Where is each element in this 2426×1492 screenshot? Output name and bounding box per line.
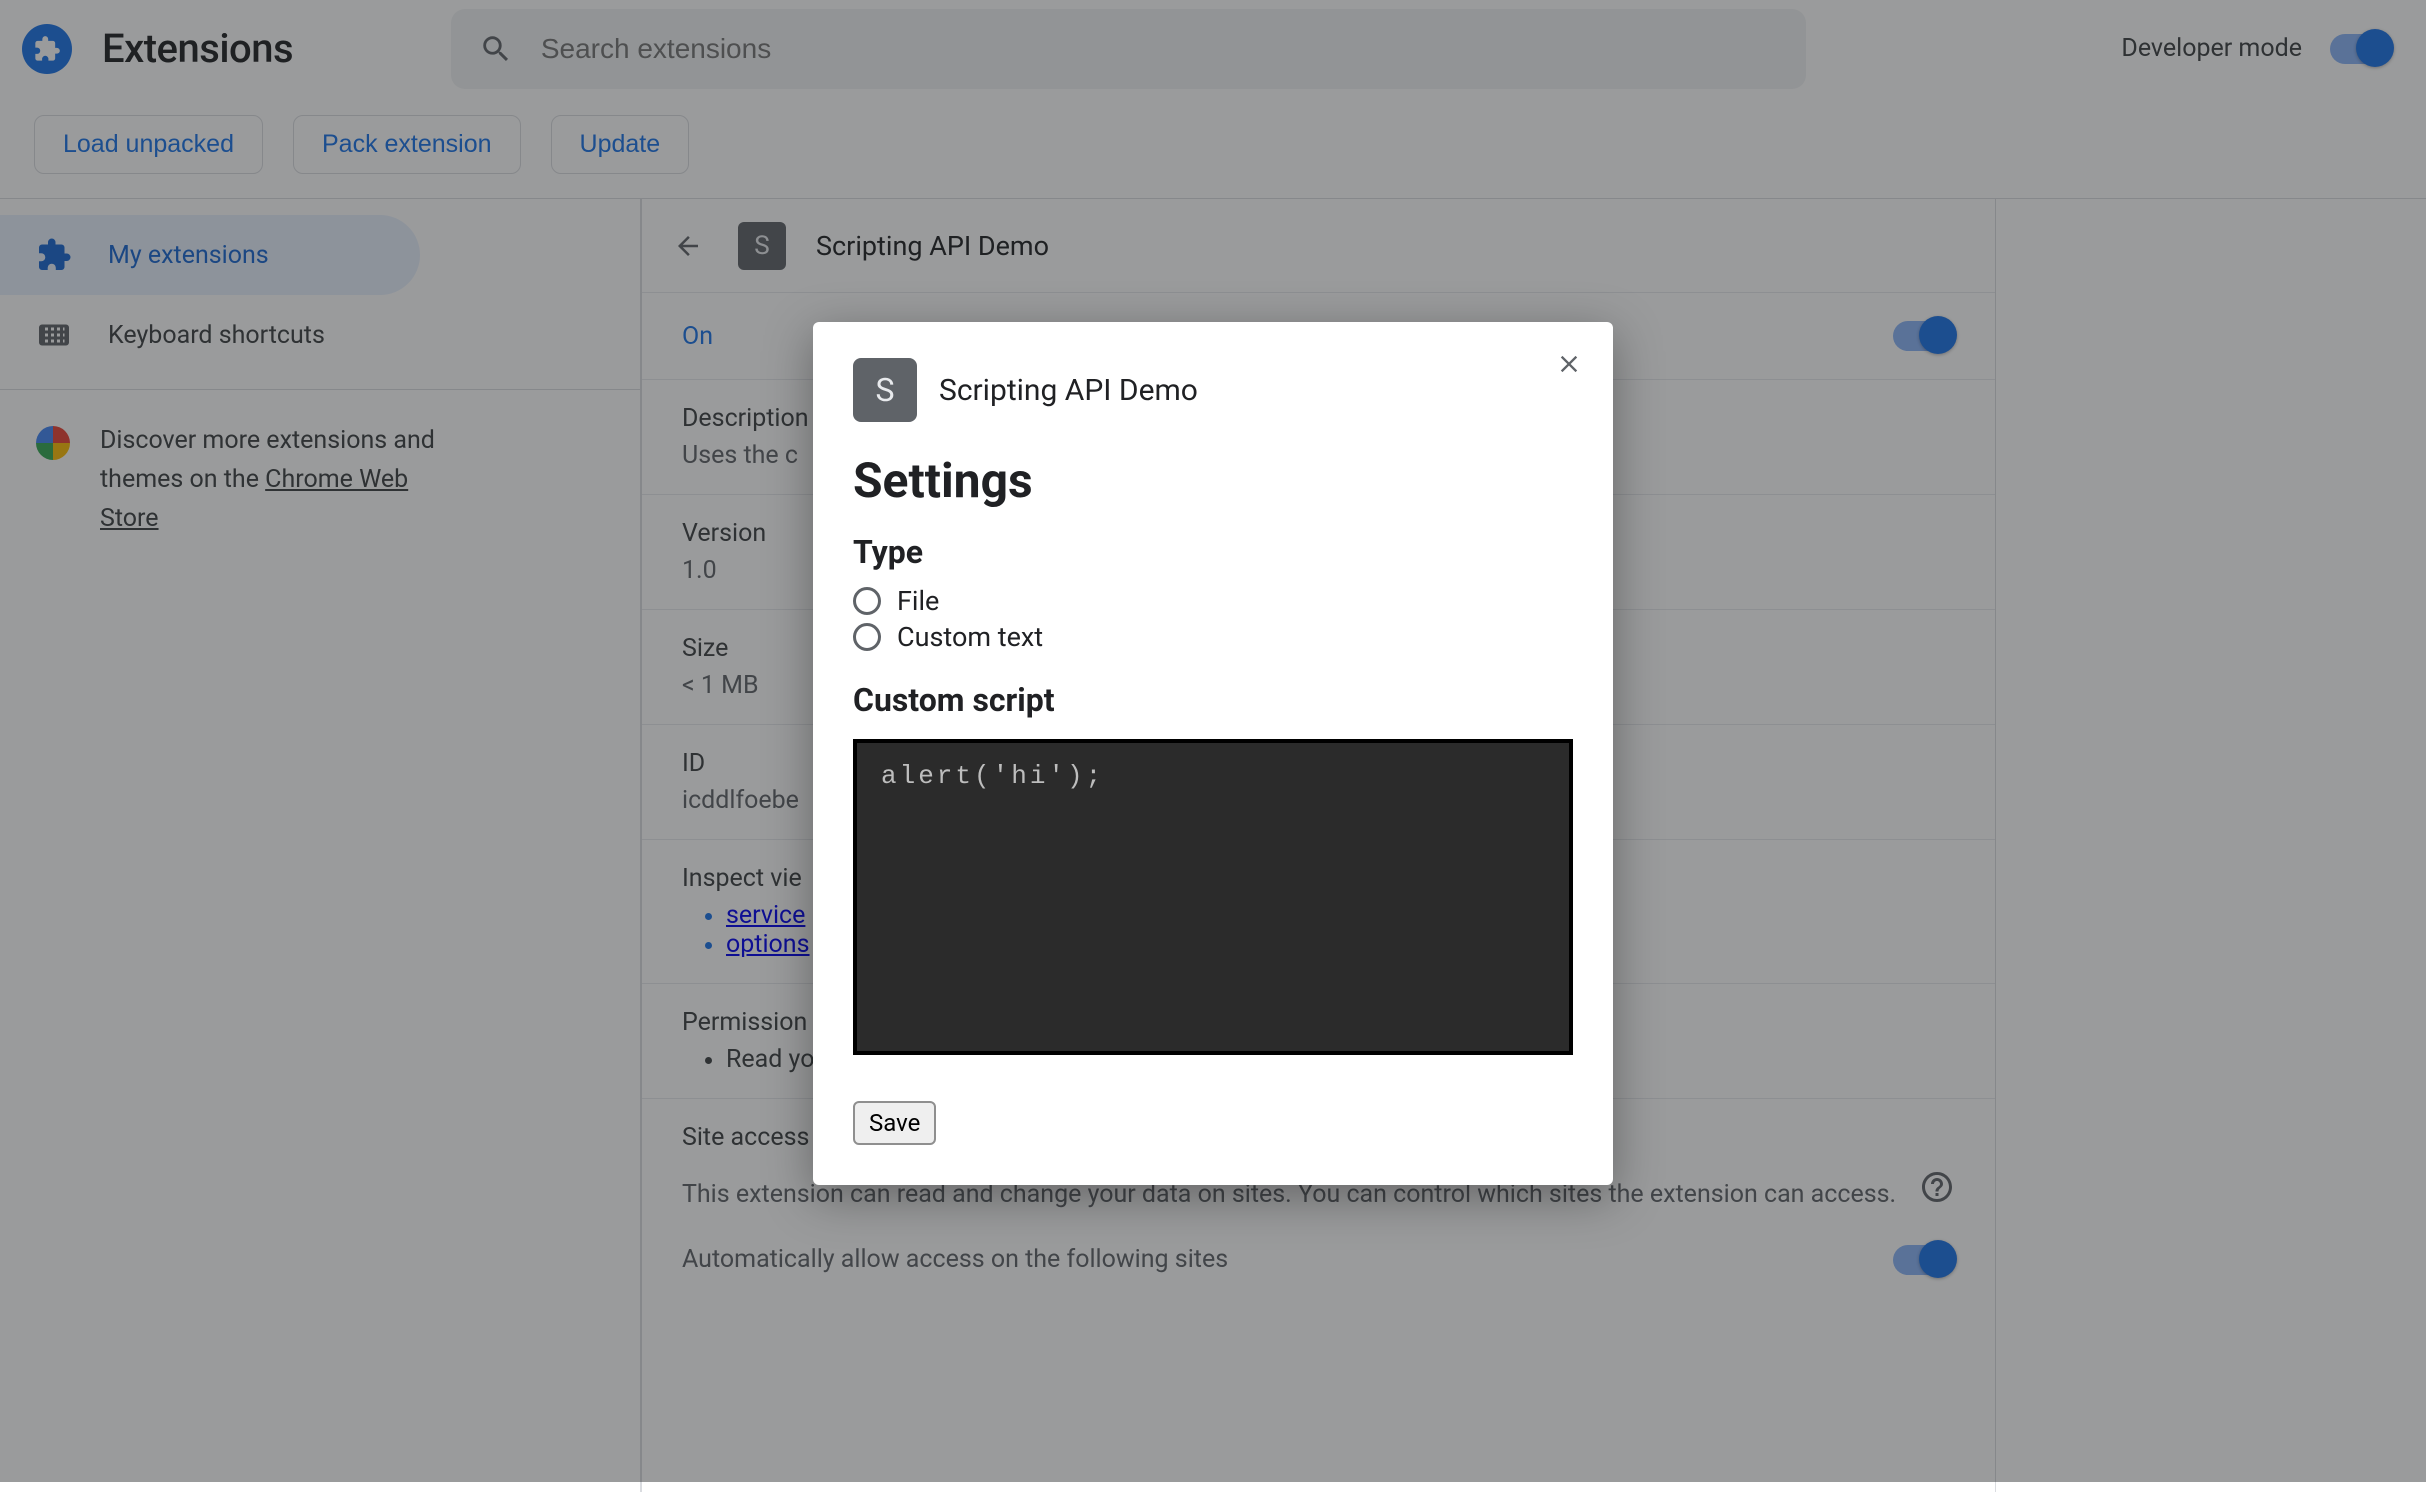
type-heading: Type <box>853 533 1573 571</box>
radio-icon <box>853 623 881 651</box>
close-icon <box>1555 350 1583 378</box>
dialog-header: S Scripting API Demo <box>853 358 1573 422</box>
dialog-extension-badge: S <box>853 358 917 422</box>
settings-dialog: S Scripting API Demo Settings Type File … <box>813 322 1613 1185</box>
dialog-heading: Settings <box>853 452 1573 509</box>
custom-script-heading: Custom script <box>853 681 1573 719</box>
radio-file[interactable]: File <box>853 585 1573 617</box>
radio-custom-text[interactable]: Custom text <box>853 621 1573 653</box>
modal-overlay[interactable]: S Scripting API Demo Settings Type File … <box>0 0 2426 1482</box>
dialog-extension-name: Scripting API Demo <box>939 373 1198 408</box>
dialog-close-button[interactable] <box>1549 344 1589 384</box>
radio-icon <box>853 587 881 615</box>
radio-custom-label: Custom text <box>897 621 1043 653</box>
custom-script-textarea[interactable] <box>853 739 1573 1055</box>
save-button[interactable]: Save <box>853 1101 936 1145</box>
radio-file-label: File <box>897 585 939 617</box>
